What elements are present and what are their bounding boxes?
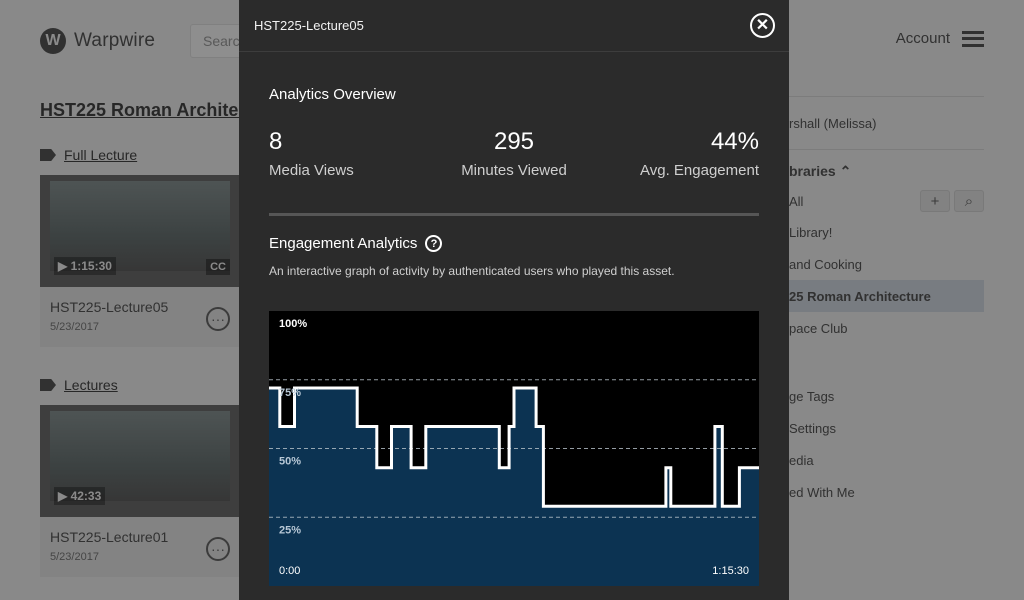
stat-value: 44% [710, 128, 759, 155]
engagement-analytics-title: Engagement Analytics ? [269, 235, 443, 252]
y-tick-label: 25% [279, 524, 301, 536]
stat-label: Media Views [269, 162, 354, 179]
x-end-label: 1:15:30 [712, 565, 749, 577]
analytics-overview-title: Analytics Overview [269, 86, 396, 103]
modal-title: HST225-Lecture05 [254, 18, 364, 33]
close-icon[interactable]: ✕ [750, 13, 775, 38]
stat-value: 295 [493, 128, 535, 155]
analytics-modal: HST225-Lecture05 ✕ Analytics Overview 8 … [239, 0, 789, 600]
y-tick-label: 100% [279, 318, 307, 330]
stat-minutes-viewed: 295 Minutes Viewed [444, 128, 584, 179]
modal-header: HST225-Lecture05 ✕ [239, 0, 789, 52]
stat-label: Minutes Viewed [461, 162, 567, 179]
y-tick-label: 75% [279, 387, 301, 399]
stat-avg-engagement: 44% Avg. Engagement [640, 128, 759, 179]
help-icon[interactable]: ? [425, 235, 443, 252]
stat-label: Avg. Engagement [640, 162, 759, 179]
engagement-graph[interactable]: 100% 75% 50% 25% 0:00 1:15:30 [269, 311, 759, 586]
engagement-title-text: Engagement Analytics [269, 235, 418, 252]
overview-stats: 8 Media Views 295 Minutes Viewed 44% Avg… [269, 128, 759, 184]
engagement-description: An interactive graph of activity by auth… [269, 264, 675, 278]
stat-media-views: 8 Media Views [269, 128, 354, 179]
section-divider [269, 213, 759, 216]
y-tick-label: 50% [279, 456, 301, 468]
engagement-graph-svg[interactable]: 100% 75% 50% 25% 0:00 1:15:30 [269, 311, 759, 586]
x-start-label: 0:00 [279, 565, 300, 577]
stat-value: 8 [269, 128, 283, 155]
